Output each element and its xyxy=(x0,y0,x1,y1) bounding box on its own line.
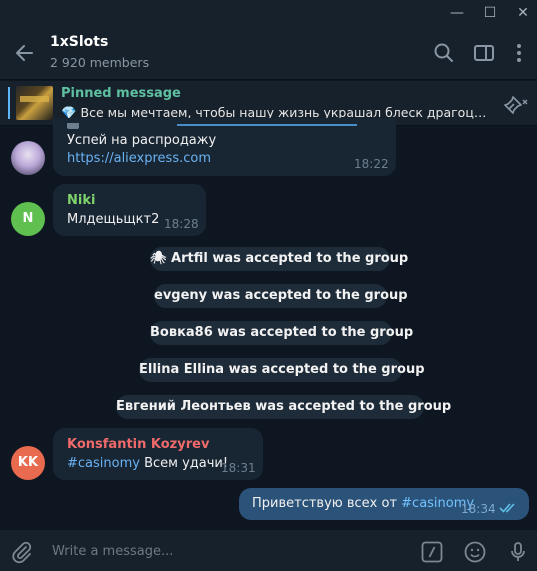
window-titlebar: — ☐ ✕ xyxy=(0,0,537,26)
service-message: Вовка86 was accepted to the group xyxy=(150,321,413,345)
truncated-preview xyxy=(67,123,357,131)
service-message: evgeny was accepted to the group xyxy=(154,284,408,308)
pinned-thumbnail xyxy=(16,86,53,120)
minimize-button[interactable]: — xyxy=(447,3,467,23)
sidebar-toggle-icon[interactable] xyxy=(472,41,496,65)
more-options-icon[interactable] xyxy=(507,41,531,65)
message-time: 18:34 xyxy=(461,502,496,516)
sender-name[interactable]: Niki xyxy=(67,193,95,208)
chat-header: 1xSlots 2 920 members xyxy=(0,26,537,80)
service-message: Ellina Ellina was accepted to the group xyxy=(139,358,425,382)
maximize-button[interactable]: ☐ xyxy=(480,3,500,23)
pinned-title: Pinned message xyxy=(61,86,181,101)
close-window-button[interactable]: ✕ xyxy=(513,3,533,23)
read-checkmarks-icon xyxy=(499,503,515,513)
message-bubble[interactable]: Niki Млдещьщкт2 18:28 xyxy=(53,184,206,236)
message-time: 18:31 xyxy=(221,461,256,475)
message-body: Приветствую всех от xyxy=(252,496,402,511)
chat-title[interactable]: 1xSlots xyxy=(50,34,108,50)
emoji-icon[interactable] xyxy=(463,540,487,564)
search-icon[interactable] xyxy=(432,41,456,65)
message-text: Приветствую всех от #casinomy xyxy=(252,496,474,511)
unpin-icon[interactable] xyxy=(503,93,529,115)
microphone-icon[interactable] xyxy=(506,540,530,564)
avatar[interactable]: N xyxy=(11,202,45,236)
member-count: 2 920 members xyxy=(50,55,150,70)
message-text: Успей на распродажу xyxy=(67,133,217,148)
hashtag-link[interactable]: #casinomy xyxy=(67,456,140,471)
service-message: Евгений Леонтьев was accepted to the gro… xyxy=(116,395,451,419)
avatar[interactable] xyxy=(11,141,45,175)
message-input[interactable]: Write a message... xyxy=(52,544,173,559)
sender-name[interactable]: Konsfantin Kozyrev xyxy=(67,437,209,452)
attach-icon[interactable] xyxy=(10,540,34,564)
message-text: Млдещьщкт2 xyxy=(67,212,160,227)
message-text: #casinomy Всем удачи! xyxy=(67,456,228,471)
message-composer: Write a message... xyxy=(0,530,537,571)
message-time: 18:28 xyxy=(164,217,199,231)
back-arrow-icon[interactable] xyxy=(12,40,38,66)
message-link[interactable]: https://aliexpress.com xyxy=(67,151,211,166)
message-bubble[interactable]: Konsfantin Kozyrev #casinomy Всем удачи!… xyxy=(53,428,263,480)
pinned-indicator xyxy=(8,87,10,119)
service-message: 🕷 Artfil was accepted to the group xyxy=(150,247,408,271)
message-bubble[interactable]: Успей на распродажу https://aliexpress.c… xyxy=(53,118,396,176)
own-message-bubble[interactable]: Приветствую всех от #casinomy 18:34 xyxy=(239,488,529,520)
bot-commands-icon[interactable] xyxy=(420,540,444,564)
avatar[interactable]: KK xyxy=(11,446,45,480)
message-time: 18:22 xyxy=(354,157,389,171)
message-body: Всем удачи! xyxy=(139,456,229,471)
